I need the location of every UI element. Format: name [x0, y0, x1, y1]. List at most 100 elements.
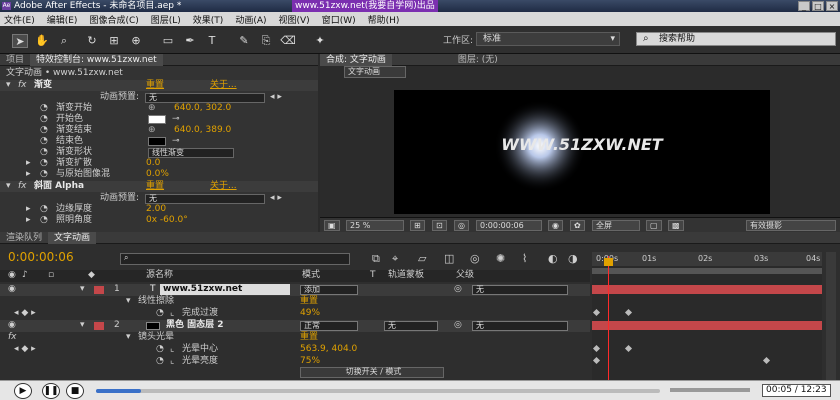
pan-behind-tool-icon[interactable]: ⊕ — [128, 34, 144, 48]
preset-nav-icon[interactable]: ◂ ▸ — [270, 92, 282, 103]
time-display[interactable]: 0:00:00:06 — [476, 220, 542, 231]
stopwatch-icon[interactable]: ◔ — [40, 136, 48, 147]
effect-reset[interactable]: 重置 — [300, 332, 318, 343]
minimize-button[interactable]: _ — [798, 1, 810, 11]
hand-tool-icon[interactable]: ✋ — [34, 34, 50, 48]
effect-header-gradient[interactable]: ▾ fx 渐变 重置 关于... — [0, 80, 318, 91]
stopwatch-icon[interactable]: ◔ — [156, 344, 164, 355]
ramp-shape-select[interactable]: 线性渐变 — [148, 148, 234, 158]
zoom-select[interactable]: 25 % — [346, 220, 404, 231]
property-row[interactable]: ◂ ◆ ▸ ◔ ⌞ 完成过渡 49% — [0, 308, 590, 320]
layer-row[interactable]: ◉ ▾ 1 T www.51zxw.net 添加 ◎ 无 — [0, 284, 590, 296]
prop-value[interactable]: 2.00 — [146, 204, 166, 215]
camera-tool-icon[interactable]: ⊞ — [106, 34, 122, 48]
hide-layers-icon[interactable]: ▱ — [418, 253, 426, 264]
selection-tool-icon[interactable]: ➤ — [12, 34, 28, 48]
stopwatch-icon[interactable]: ◔ — [156, 356, 164, 367]
live-update-icon[interactable]: ◑ — [568, 253, 578, 264]
keyframe-icon[interactable] — [762, 356, 771, 365]
text-tool-icon[interactable]: T — [204, 34, 220, 48]
preset-select[interactable]: 无 — [145, 194, 265, 204]
parent-pickwhip-icon[interactable]: ◎ — [454, 320, 462, 331]
layer-duration-bar[interactable] — [592, 285, 822, 294]
stopwatch-icon[interactable]: ◔ — [40, 125, 48, 136]
preset-nav-icon[interactable]: ◂ ▸ — [270, 193, 282, 204]
prop-value[interactable]: 0.0 — [146, 158, 160, 169]
prop-value[interactable]: 0.0% — [146, 169, 169, 180]
keyframe-icon[interactable] — [592, 356, 601, 365]
twirl-down-icon[interactable]: ▾ — [80, 284, 85, 295]
time-ruler[interactable]: 0:00s 01s 02s 03s 04s — [592, 252, 822, 266]
menu-help[interactable]: 帮助(H) — [368, 13, 400, 26]
motion-blur-icon[interactable]: ◎ — [470, 253, 480, 264]
search-help-input[interactable]: ⌕ 搜索帮助 — [636, 32, 836, 46]
twirl-down-icon[interactable]: ▾ — [126, 332, 131, 343]
keyframe-icon[interactable] — [624, 308, 633, 317]
tab-render-queue[interactable]: 渲染队列 — [0, 232, 48, 244]
effect-header-bevel[interactable]: ▾ fx 斜面 Alpha 重置 关于... — [0, 181, 318, 192]
timeline-graph-area[interactable]: 0:00s 01s 02s 03s 04s — [592, 252, 822, 380]
tab-project[interactable]: 项目 — [0, 54, 30, 66]
auto-keyframe-icon[interactable]: ◐ — [548, 253, 558, 264]
stopwatch-icon[interactable]: ◔ — [40, 204, 48, 215]
playhead-handle-icon[interactable] — [604, 258, 613, 266]
tab-effect-controls[interactable]: 特效控制台: www.51zxw.net — [30, 53, 163, 66]
eyedropper-icon[interactable]: ⊸ — [172, 136, 180, 147]
blend-mode-select[interactable]: 正常 — [300, 321, 358, 331]
menu-window[interactable]: 窗口(W) — [322, 13, 356, 26]
graph-editor-icon[interactable]: ⌇ — [522, 253, 527, 264]
property-value[interactable]: 75% — [300, 356, 320, 367]
effect-reset[interactable]: 重置 — [300, 296, 318, 307]
keyframe-nav-icon[interactable]: ◂ ◆ ▸ — [14, 344, 36, 355]
source-name-header[interactable]: 源名称 — [146, 270, 173, 281]
play-button[interactable]: ▶ — [14, 383, 32, 399]
twirl-down-icon[interactable]: ▾ — [80, 320, 85, 331]
clone-tool-icon[interactable]: ⎘ — [258, 34, 274, 48]
mode-header[interactable]: 模式 — [302, 270, 320, 281]
maximize-button[interactable]: □ — [812, 1, 824, 11]
menu-composition[interactable]: 图像合成(C) — [89, 13, 138, 26]
tab-composition[interactable]: 合成: 文字动画 — [320, 53, 392, 66]
label-color-icon[interactable] — [94, 322, 104, 330]
expand-right-icon[interactable]: ▸ — [26, 158, 31, 169]
frame-blending-icon[interactable]: ◫ — [444, 253, 454, 264]
stopwatch-icon[interactable]: ◔ — [40, 103, 48, 114]
reset-link[interactable]: 重置 — [146, 80, 164, 91]
parent-select[interactable]: 无 — [472, 285, 568, 295]
track-matte-header[interactable]: 轨道蒙板 — [388, 270, 424, 281]
progress-track[interactable] — [96, 389, 660, 393]
comp-mini-flowchart-icon[interactable]: ⧉ — [372, 253, 380, 264]
expand-right-icon[interactable]: ▸ — [26, 204, 31, 215]
track-matte-select[interactable]: 无 — [384, 321, 438, 331]
menu-view[interactable]: 视图(V) — [279, 13, 310, 26]
stopwatch-icon[interactable]: ◔ — [156, 308, 164, 319]
snapshot-icon[interactable]: ▣ — [324, 220, 340, 231]
workspace-select[interactable]: 标准 ▾ — [476, 32, 620, 46]
eraser-tool-icon[interactable]: ⌫ — [280, 34, 296, 48]
menu-effect[interactable]: 效果(T) — [193, 13, 224, 26]
timeline-scrollbar[interactable] — [826, 252, 836, 380]
timeline-timecode[interactable]: 0:00:00:06 — [8, 251, 74, 263]
comp-viewer[interactable]: WWW.51ZXW.NET — [394, 90, 770, 214]
menu-file[interactable]: 文件(E) — [4, 13, 35, 26]
active-camera-select[interactable]: 有效摄影 — [746, 220, 836, 231]
grid-icon[interactable]: ⊞ — [410, 220, 425, 231]
work-area-bar[interactable] — [592, 268, 822, 274]
region-icon[interactable]: ▢ — [646, 220, 662, 231]
keyframe-nav-icon[interactable]: ◂ ◆ ▸ — [14, 308, 36, 319]
comp-name-tab[interactable]: 文字动画 — [344, 66, 406, 78]
property-row[interactable]: ◔ ⌞ 光晕亮度 75% — [0, 356, 590, 368]
visibility-icon[interactable]: ◉ — [8, 320, 16, 331]
resolution-select[interactable]: 全屏 — [592, 220, 640, 231]
tab-timeline-comp[interactable]: 文字动画 — [48, 231, 97, 244]
rotate-tool-icon[interactable]: ↻ — [84, 34, 100, 48]
pen-tool-icon[interactable]: ✒ — [182, 34, 198, 48]
layer-duration-bar[interactable] — [592, 321, 822, 330]
safe-zones-icon[interactable]: ⊡ — [432, 220, 447, 231]
mask-icon[interactable]: ◎ — [454, 220, 469, 231]
playhead-line[interactable] — [608, 256, 609, 380]
keyframe-icon[interactable] — [624, 344, 633, 353]
eyedropper-icon[interactable]: ⊸ — [172, 114, 180, 125]
property-value[interactable]: 49% — [300, 308, 320, 319]
prop-value[interactable]: 0x -60.0° — [146, 215, 188, 226]
